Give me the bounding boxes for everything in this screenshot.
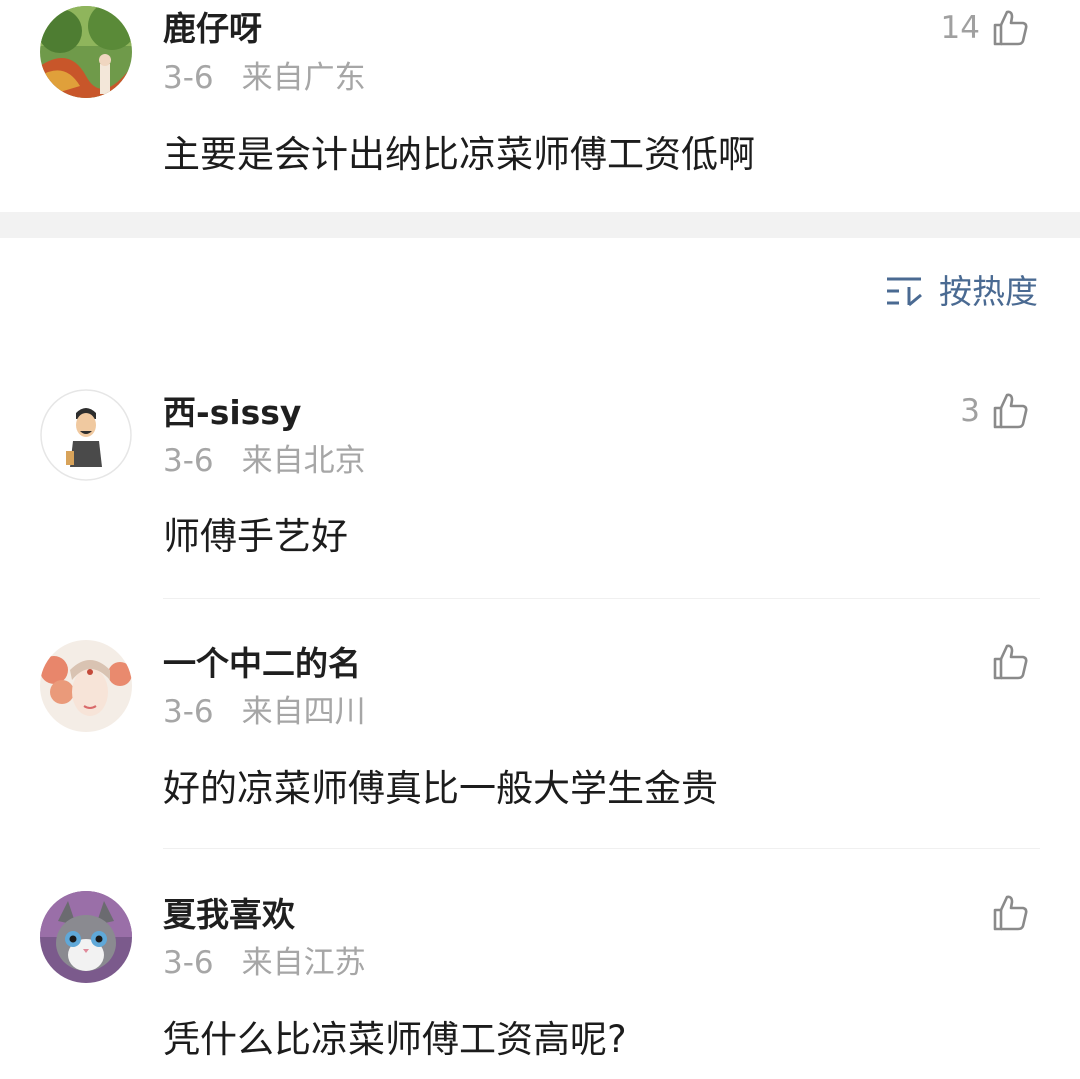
username[interactable]: 西-sissy bbox=[163, 396, 301, 429]
comment-meta: 3-6 来自江苏 bbox=[163, 948, 366, 979]
sort-icon bbox=[887, 277, 922, 307]
comment-meta: 3-6 来自北京 bbox=[163, 446, 366, 477]
thumbs-up-icon bbox=[993, 644, 1028, 680]
comment-date: 3-6 bbox=[163, 945, 214, 981]
comment-location: 来自四川 bbox=[241, 694, 366, 730]
username[interactable]: 一个中二的名 bbox=[163, 647, 361, 680]
illustrated-girl-avatar-icon bbox=[40, 640, 132, 732]
like-button[interactable]: 14 bbox=[941, 6, 1030, 50]
comment-divider bbox=[163, 598, 1040, 599]
thumbs-up-icon bbox=[993, 393, 1028, 429]
comment-date: 3-6 bbox=[163, 443, 214, 479]
section-separator bbox=[0, 212, 1080, 238]
comment-location: 来自江苏 bbox=[241, 945, 366, 981]
comment-location: 来自广东 bbox=[241, 60, 366, 96]
cartoon-man-avatar-icon bbox=[40, 389, 132, 481]
comment-text: 主要是会计出纳比凉菜师傅工资低啊 bbox=[163, 133, 755, 176]
like-button[interactable] bbox=[980, 891, 1030, 935]
user-avatar[interactable] bbox=[40, 389, 132, 481]
comment-text: 好的凉菜师傅真比一般大学生金贵 bbox=[163, 767, 718, 810]
sort-toggle[interactable]: 按热度 bbox=[885, 273, 1038, 309]
comment-text: 师傅手艺好 bbox=[163, 515, 348, 558]
user-avatar[interactable] bbox=[40, 640, 132, 732]
username[interactable]: 鹿仔呀 bbox=[163, 12, 262, 45]
comment-meta: 3-6 来自广东 bbox=[163, 63, 366, 94]
comment-text: 凭什么比凉菜师傅工资高呢? bbox=[163, 1018, 627, 1061]
user-avatar[interactable] bbox=[40, 6, 132, 98]
comment-date: 3-6 bbox=[163, 694, 214, 730]
like-count: 3 bbox=[960, 392, 980, 429]
cat-avatar-icon bbox=[40, 891, 132, 983]
forest-avatar-icon bbox=[40, 6, 132, 98]
comment-meta: 3-6 来自四川 bbox=[163, 697, 366, 728]
user-avatar[interactable] bbox=[40, 891, 132, 983]
comment-divider bbox=[163, 848, 1040, 849]
like-count: 14 bbox=[940, 9, 980, 46]
comment-date: 3-6 bbox=[163, 60, 214, 96]
thumbs-up-icon bbox=[993, 10, 1028, 46]
sort-label: 按热度 bbox=[939, 271, 1038, 311]
like-button[interactable] bbox=[980, 640, 1030, 684]
comment-location: 来自北京 bbox=[241, 443, 366, 479]
username[interactable]: 夏我喜欢 bbox=[163, 898, 295, 931]
thumbs-up-icon bbox=[993, 895, 1028, 931]
like-button[interactable]: 3 bbox=[960, 389, 1030, 433]
